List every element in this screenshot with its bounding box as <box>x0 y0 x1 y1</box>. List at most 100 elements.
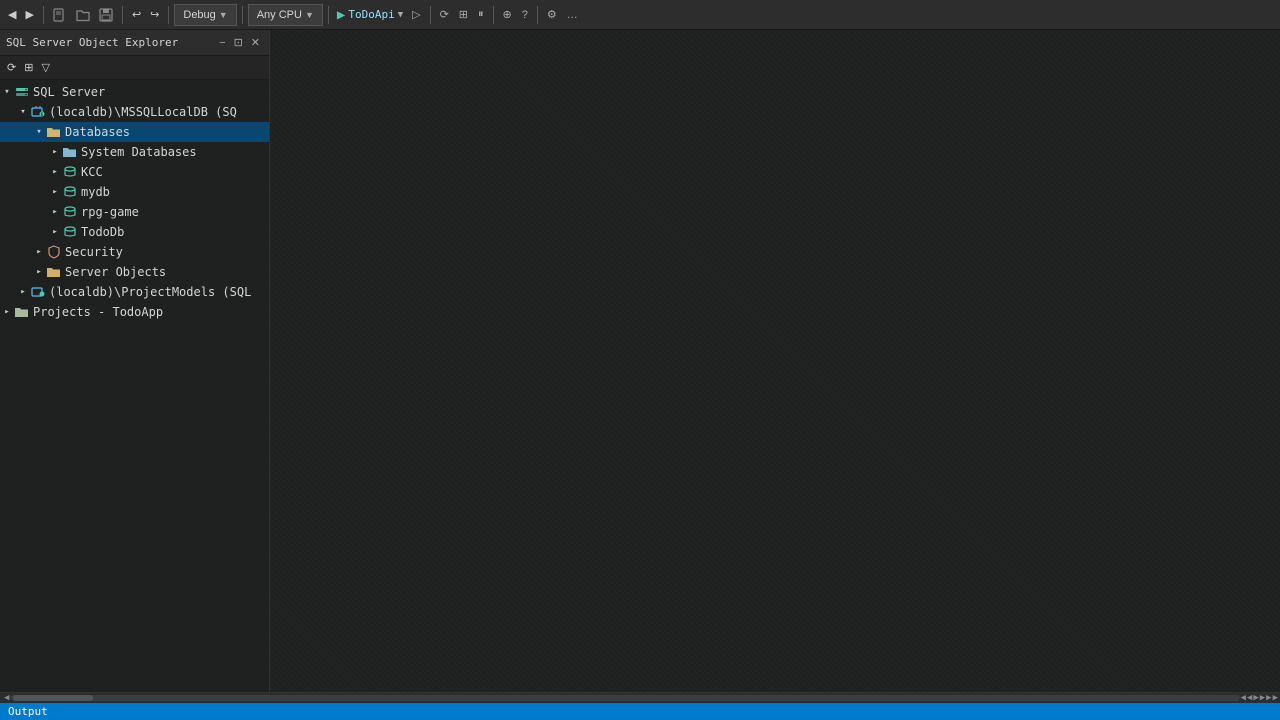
sep8 <box>537 6 538 24</box>
threads-button[interactable]: ⊕ <box>499 3 516 27</box>
nav-buttons: ◀ ▶ <box>4 3 38 27</box>
debug-label: Debug <box>183 9 215 21</box>
tree-label-localdb-mssql: (localdb)\MSSQLLocalDB (SQ <box>49 105 237 119</box>
sep6 <box>430 6 431 24</box>
expander-mydb: ▸ <box>48 185 62 199</box>
sep2 <box>122 6 123 24</box>
arr6[interactable]: ▶ <box>1273 693 1278 703</box>
help-button[interactable]: ? <box>518 3 532 27</box>
server-icon <box>14 85 30 99</box>
back-button[interactable]: ◀ <box>4 3 20 27</box>
bottom-panel: ◀ ◀ ◀ ▶ ▶ ▶ ▶ Output <box>0 692 1280 720</box>
panel-title: SQL Server Object Explorer <box>6 36 178 49</box>
open-button[interactable] <box>72 3 94 27</box>
scroll-left-arrow[interactable]: ◀ <box>2 693 11 703</box>
extra-button[interactable]: … <box>563 3 582 27</box>
arr2[interactable]: ◀ <box>1247 693 1252 703</box>
tree-item-mydb[interactable]: ▸ mydb <box>0 182 269 202</box>
editor-area <box>270 30 1280 692</box>
tree-item-projects-todoapp[interactable]: ▸ Projects - TodoApp <box>0 302 269 322</box>
expander-kcc: ▸ <box>48 165 62 179</box>
connection-icon: S <box>30 105 46 119</box>
tree-item-sql-server[interactable]: ▾ SQL Server <box>0 82 269 102</box>
tree-item-security[interactable]: ▸ Security <box>0 242 269 262</box>
undo-button[interactable]: ↩ <box>128 3 145 27</box>
attach-button[interactable]: ⟳ <box>436 3 453 27</box>
panel-actions: − ⊡ ✕ <box>216 35 263 50</box>
run-project-button[interactable]: ▶ ToDoApi ▼ <box>334 7 406 23</box>
server-objects-icon <box>46 265 62 279</box>
save-button[interactable] <box>95 3 117 27</box>
sep1 <box>43 6 44 24</box>
expander-sql-server: ▾ <box>0 85 14 99</box>
sep5 <box>328 6 329 24</box>
rpg-db-icon <box>62 205 78 219</box>
connection2-icon <box>30 285 46 299</box>
play-icon: ▶ <box>337 7 345 23</box>
main-area: SQL Server Object Explorer − ⊡ ✕ ⟳ ⊞ ▽ ▾… <box>0 30 1280 692</box>
tree-label-mydb: mydb <box>81 185 110 199</box>
horizontal-scrollbar[interactable] <box>11 695 1240 701</box>
panel-header: SQL Server Object Explorer − ⊡ ✕ <box>0 30 269 56</box>
arr1[interactable]: ◀ <box>1240 693 1245 703</box>
output-bar: Output <box>0 703 1280 720</box>
cpu-arrow: ▼ <box>305 10 314 20</box>
sep3 <box>168 6 169 24</box>
sep4 <box>242 6 243 24</box>
expander-databases: ▾ <box>32 125 46 139</box>
projects-icon <box>14 305 30 319</box>
tree-item-localdb-proj[interactable]: ▸ (localdb)\ProjectModels (SQL <box>0 282 269 302</box>
mydb-db-icon <box>62 185 78 199</box>
arr5[interactable]: ▶ <box>1266 693 1271 703</box>
filter-button[interactable]: ▽ <box>38 60 52 75</box>
tree-item-server-objects[interactable]: ▸ Server Objects <box>0 262 269 282</box>
expander-tododb: ▸ <box>48 225 62 239</box>
arr4[interactable]: ▶ <box>1260 693 1265 703</box>
project-dropdown-arrow: ▼ <box>398 10 403 20</box>
system-databases-icon <box>62 145 78 159</box>
expander-sysdb: ▸ <box>48 145 62 159</box>
pause-button[interactable]: ⏸ <box>474 3 488 27</box>
panel-close-button[interactable]: ✕ <box>248 35 263 50</box>
tree-label-kcc: KCC <box>81 165 103 179</box>
tree-view: ▾ SQL Server ▾ S (localdb)\MSSQLLocalDB … <box>0 80 269 692</box>
debug-config-button[interactable]: Debug ▼ <box>174 4 236 26</box>
new-file-button[interactable] <box>49 3 71 27</box>
cpu-config-button[interactable]: Any CPU ▼ <box>248 4 323 26</box>
tree-item-databases[interactable]: ▾ Databases <box>0 122 269 142</box>
debug-arrow: ▼ <box>219 10 228 20</box>
file-buttons <box>49 3 117 27</box>
tree-item-tododb[interactable]: ▸ TodoDb <box>0 222 269 242</box>
tree-label-sql-server: SQL Server <box>33 85 105 99</box>
settings-button[interactable]: ⚙ <box>543 3 561 27</box>
redo-button[interactable]: ↪ <box>146 3 163 27</box>
main-toolbar: ◀ ▶ ↩ ↪ Debug ▼ Any CPU ▼ ▶ ToDoApi ▼ ▷ … <box>0 0 1280 30</box>
undo-redo: ↩ ↪ <box>128 3 163 27</box>
tree-item-system-databases[interactable]: ▸ System Databases <box>0 142 269 162</box>
panel-pin-button[interactable]: − <box>216 36 228 50</box>
security-icon <box>46 245 62 259</box>
tree-label-databases: Databases <box>65 125 130 139</box>
tree-label-server-objects: Server Objects <box>65 265 166 279</box>
expander-localdb: ▾ <box>16 105 30 119</box>
tree-label-localdb-proj: (localdb)\ProjectModels (SQL <box>49 285 251 299</box>
tree-item-rpg-game[interactable]: ▸ rpg-game <box>0 202 269 222</box>
panel-dock-button[interactable]: ⊡ <box>231 35 246 50</box>
expander-rpg: ▸ <box>48 205 62 219</box>
tree-label-projects-todoapp: Projects - TodoApp <box>33 305 163 319</box>
arr3[interactable]: ▶ <box>1253 693 1258 703</box>
expander-projects: ▸ <box>0 305 14 319</box>
new-query-button[interactable]: ⊞ <box>21 60 36 75</box>
tree-item-kcc[interactable]: ▸ KCC <box>0 162 269 182</box>
forward-button[interactable]: ▶ <box>21 3 37 27</box>
expander-server-objects: ▸ <box>32 265 46 279</box>
output-label: Output <box>8 705 48 718</box>
scrollbar-thumb <box>13 695 93 701</box>
detach-button[interactable]: ⊞ <box>455 3 472 27</box>
step-next-button[interactable]: ▷ <box>408 3 424 27</box>
refresh-tree-button[interactable]: ⟳ <box>4 60 19 75</box>
tododb-icon <box>62 225 78 239</box>
scroll-arrows: ◀ ◀ ▶ ▶ ▶ ▶ <box>1240 693 1278 703</box>
sql-explorer-panel: SQL Server Object Explorer − ⊡ ✕ ⟳ ⊞ ▽ ▾… <box>0 30 270 692</box>
tree-item-localdb-mssql[interactable]: ▾ S (localdb)\MSSQLLocalDB (SQ <box>0 102 269 122</box>
